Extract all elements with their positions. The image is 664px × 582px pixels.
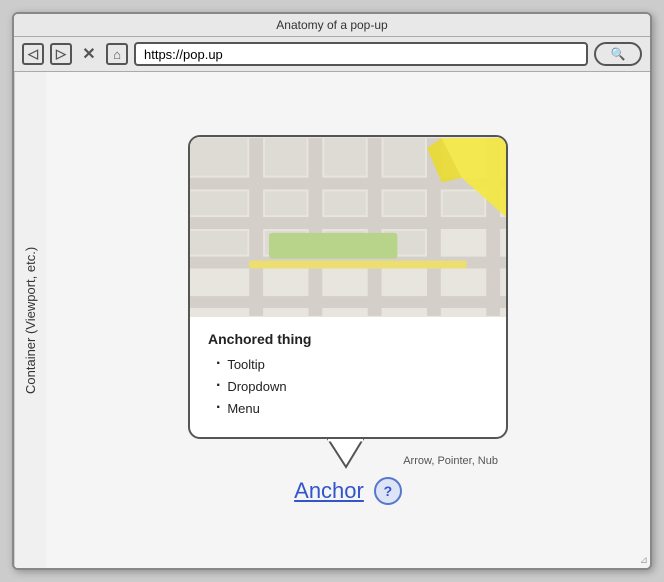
resize-grip: ⊿ [640, 555, 648, 566]
popup-box: Anchored thing Tooltip Dropdown Menu [188, 135, 508, 439]
help-icon[interactable]: ? [374, 477, 402, 505]
page-title: Anatomy of a pop-up [276, 18, 387, 32]
search-icon: 🔍 [611, 47, 626, 61]
browser-content: Container (Viewport, etc.) [14, 72, 650, 568]
close-button[interactable]: ✕ [78, 43, 100, 65]
nav-bar: ◁ ▷ ✕ ⌂ 🔍 [14, 37, 650, 72]
anchor-link[interactable]: Anchor [294, 478, 364, 504]
address-bar[interactable] [134, 42, 588, 66]
list-item: Menu [216, 399, 488, 417]
list-item: Dropdown [216, 377, 488, 395]
back-button[interactable]: ◁ [22, 43, 44, 65]
popup-tail-area: Arrow, Pointer, Nub [188, 439, 508, 469]
anchor-row: Anchor ? [294, 477, 402, 505]
home-button[interactable]: ⌂ [106, 43, 128, 65]
title-bar: Anatomy of a pop-up [14, 14, 650, 37]
popup-content: Anchored thing Tooltip Dropdown Menu [190, 317, 506, 437]
map-area [190, 137, 506, 317]
anchored-thing-title: Anchored thing [208, 331, 488, 347]
list-item: Tooltip [216, 355, 488, 373]
forward-button[interactable]: ▷ [50, 43, 72, 65]
main-content: Anchored thing Tooltip Dropdown Menu [46, 72, 650, 568]
sidebar-label: Container (Viewport, etc.) [14, 72, 46, 568]
browser-window: Anatomy of a pop-up ◁ ▷ ✕ ⌂ 🔍 Container … [12, 12, 652, 570]
arrow-label: Arrow, Pointer, Nub [403, 455, 498, 467]
search-button[interactable]: 🔍 [594, 42, 642, 66]
help-icon-label: ? [384, 483, 393, 499]
popup-list: Tooltip Dropdown Menu [208, 355, 488, 417]
